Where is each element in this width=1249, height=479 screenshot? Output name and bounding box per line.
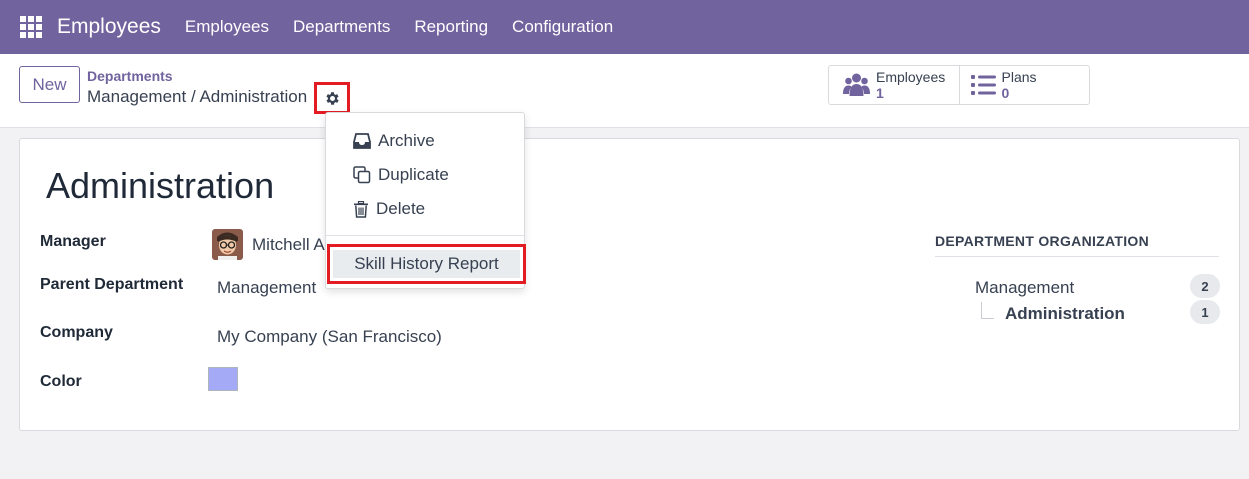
menu-reporting[interactable]: Reporting <box>414 17 488 37</box>
employees-label: Employees <box>876 69 946 85</box>
archive-label: Archive <box>378 131 435 150</box>
plans-count: 0 <box>1001 85 1010 101</box>
department-name[interactable]: Administration <box>46 165 274 207</box>
copy-icon <box>353 166 371 184</box>
department-organization-title: DEPARTMENT ORGANIZATION <box>935 233 1219 257</box>
trash-icon <box>354 200 368 218</box>
plans-smart-button[interactable]: Plans 0 <box>960 66 1090 104</box>
skill-history-report-menu-item[interactable]: Skill History Report <box>333 250 520 278</box>
form-sheet: Administration Manager Mitchell A Parent… <box>19 138 1240 431</box>
actions-dropdown: Archive Duplicate Delete Skill History R… <box>325 112 526 289</box>
actions-gear-button[interactable] <box>314 82 350 114</box>
gear-icon <box>325 91 339 105</box>
duplicate-menu-item[interactable]: Duplicate <box>353 165 449 185</box>
smart-buttons: Employees 1 Plans 0 <box>828 65 1090 105</box>
org-row-administration[interactable]: Administration <box>1005 304 1125 324</box>
new-button[interactable]: New <box>19 66 80 103</box>
list-icon <box>970 75 996 95</box>
color-label: Color <box>40 373 82 390</box>
parent-department-label: Parent Department <box>40 276 184 293</box>
dropdown-divider <box>326 235 524 236</box>
employees-count: 1 <box>876 85 884 101</box>
top-navbar: Employees Employees Departments Reportin… <box>0 0 1249 54</box>
delete-menu-item[interactable]: Delete <box>353 199 425 219</box>
inbox-icon <box>353 133 371 149</box>
manager-avatar <box>212 229 243 260</box>
control-panel: New Departments Management / Administrat… <box>0 54 1249 128</box>
plans-label: Plans <box>1001 69 1037 85</box>
company-label: Company <box>40 324 113 341</box>
archive-menu-item[interactable]: Archive <box>353 131 435 151</box>
menu-employees[interactable]: Employees <box>185 17 269 37</box>
skill-history-report-highlight: Skill History Report <box>327 244 526 284</box>
apps-grid-icon[interactable] <box>20 16 42 38</box>
company-value[interactable]: My Company (San Francisco) <box>217 327 442 347</box>
manager-value[interactable]: Mitchell A <box>252 235 325 255</box>
delete-label: Delete <box>376 199 426 218</box>
duplicate-label: Duplicate <box>378 165 449 184</box>
app-name[interactable]: Employees <box>57 15 161 39</box>
color-swatch[interactable] <box>208 367 238 391</box>
org-count-management: 2 <box>1190 274 1220 298</box>
breadcrumb-current: Management / Administration <box>87 87 308 106</box>
menu-departments[interactable]: Departments <box>293 17 390 37</box>
manager-label: Manager <box>40 233 106 250</box>
menu-configuration[interactable]: Configuration <box>512 17 613 37</box>
org-tree-connector <box>981 302 994 319</box>
employees-smart-button[interactable]: Employees 1 <box>829 66 960 104</box>
org-count-administration: 1 <box>1190 300 1220 324</box>
breadcrumb-departments[interactable]: Departments <box>87 68 173 84</box>
org-row-management[interactable]: Management <box>975 278 1074 298</box>
users-icon <box>843 73 870 96</box>
parent-department-value[interactable]: Management <box>217 278 316 298</box>
